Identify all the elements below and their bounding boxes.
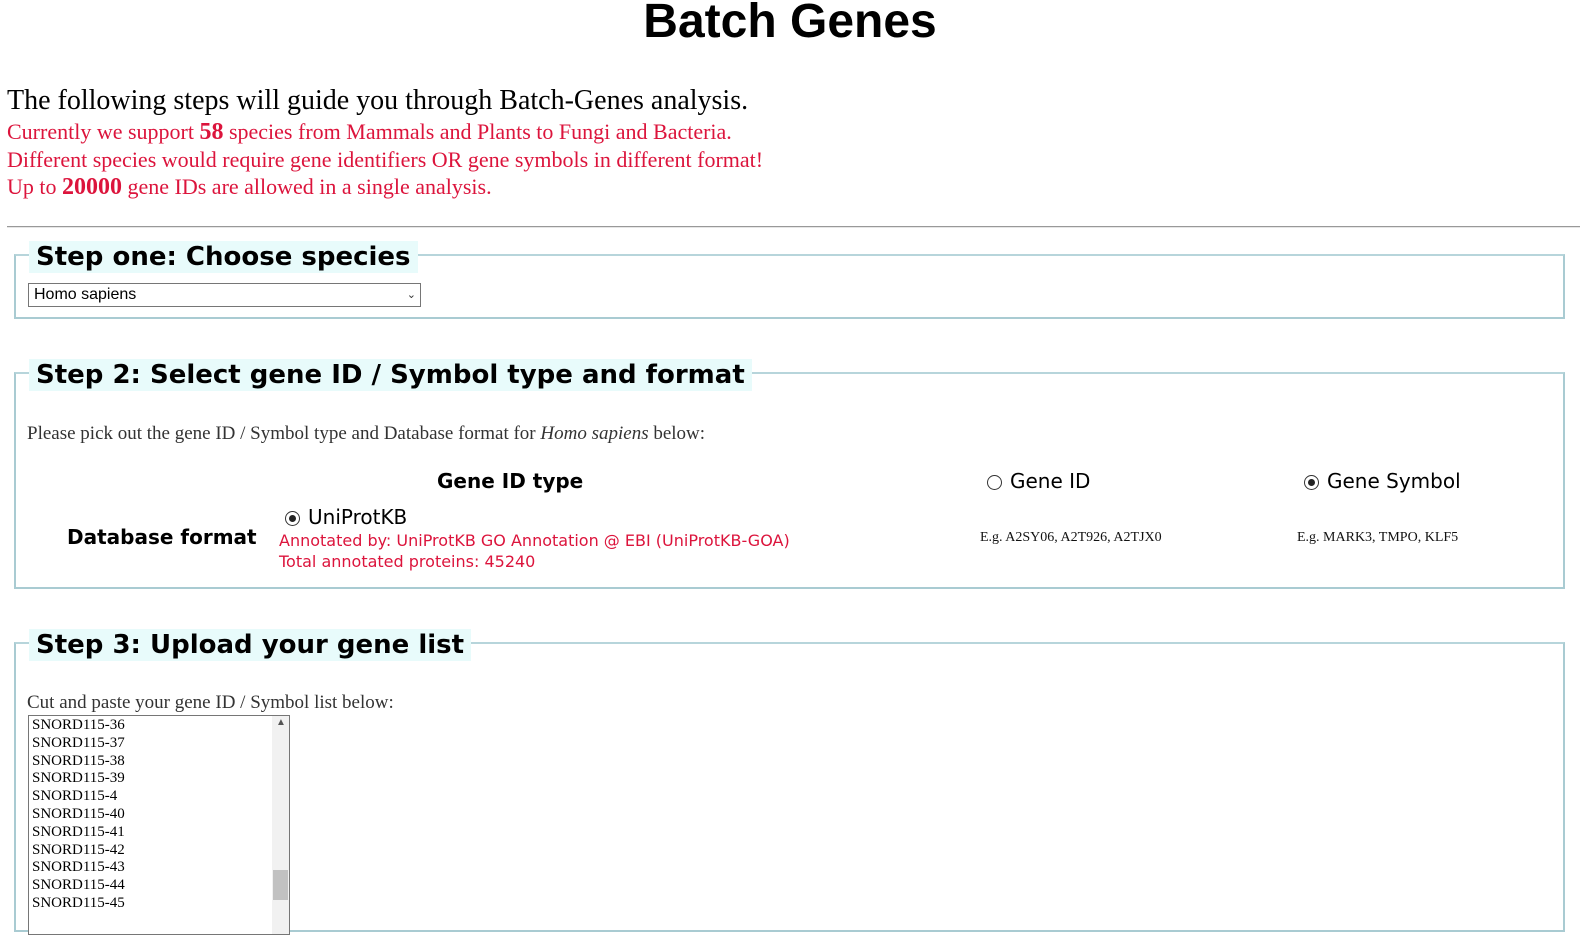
gene-list-item: SNORD115-41: [32, 823, 125, 840]
step1-panel: Step one: Choose species Homo sapiens ⌄: [14, 241, 1565, 319]
gene-id-label: Gene ID: [1010, 469, 1091, 493]
radio-checked-icon: [285, 511, 300, 526]
gene-id-radio[interactable]: Gene ID: [987, 469, 1090, 493]
intro-text: gene IDs are allowed in a single analysi…: [122, 174, 492, 199]
gene-list-item: SNORD115-37: [32, 734, 125, 751]
limit-line: Up to 20000 gene IDs are allowed in a si…: [7, 173, 763, 201]
gene-limit: 20000: [62, 174, 122, 200]
species-count: 58: [199, 119, 224, 145]
intro-block: The following steps will guide you throu…: [7, 84, 763, 201]
species-select-value: Homo sapiens: [34, 286, 137, 303]
chevron-down-icon: ⌄: [406, 289, 416, 301]
paste-instruction: Cut and paste your gene ID / Symbol list…: [27, 692, 394, 713]
intro-line: The following steps will guide you throu…: [7, 85, 749, 116]
scroll-up-icon: ▲: [276, 717, 286, 728]
species-select[interactable]: Homo sapiens ⌄: [28, 283, 421, 307]
species-support-line: Currently we support 58 species from Mam…: [7, 118, 763, 146]
gene-list-item: SNORD115-44: [32, 877, 125, 894]
gene-list-item: SNORD115-4: [32, 788, 118, 805]
total-proteins: Total annotated proteins: 45240: [279, 552, 536, 571]
divider: [7, 226, 1580, 228]
species-name: Homo sapiens: [540, 423, 649, 444]
gene-symbol-radio[interactable]: Gene Symbol: [1304, 469, 1461, 493]
uniprotkb-label: UniProtKB: [308, 505, 408, 529]
gene-list-item: SNORD115-38: [32, 752, 125, 769]
gene-id-example: E.g. A2SY06, A2T926, A2TJX0: [980, 530, 1162, 545]
gene-list-item: SNORD115-36: [32, 717, 125, 733]
gene-list-lines: SNORD115-36 SNORD115-37 SNORD115-38 SNORD11…: [32, 717, 125, 913]
instruction-text: Please pick out the gene ID / Symbol typ…: [27, 423, 541, 444]
database-format-header: Database format: [67, 525, 257, 549]
intro-text: species from Mammals and Plants to Fungi…: [223, 119, 732, 144]
step3-panel: Step 3: Upload your gene list Cut and pa…: [14, 629, 1565, 935]
page-title: Batch Genes: [643, 0, 937, 48]
radio-icon: [987, 475, 1002, 490]
uniprotkb-radio[interactable]: UniProtKB: [285, 505, 407, 529]
intro-text: Currently we support: [7, 119, 200, 144]
step3-legend: Step 3: Upload your gene list: [29, 629, 472, 661]
instruction-text: below:: [648, 423, 706, 444]
gene-list-item: SNORD115-43: [32, 859, 125, 876]
radio-checked-icon: [1304, 475, 1319, 490]
scrollbar-thumb[interactable]: [273, 870, 288, 900]
annotated-by: Annotated by: UniProtKB GO Annotation @ …: [279, 531, 790, 550]
format-warning-line: Different species would require gene ide…: [7, 147, 764, 172]
gene-list-item: SNORD115-40: [32, 805, 125, 822]
gene-symbol-label: Gene Symbol: [1327, 469, 1461, 493]
textarea-scrollbar[interactable]: ▲: [272, 716, 289, 934]
pick-instruction: Please pick out the gene ID / Symbol typ…: [27, 423, 705, 445]
gene-list-item: SNORD115-42: [32, 841, 125, 858]
gene-list-item: SNORD115-39: [32, 770, 125, 787]
gene-symbol-example: E.g. MARK3, TMPO, KLF5: [1297, 530, 1459, 545]
intro-text: Up to: [7, 174, 62, 199]
gene-id-type-header: Gene ID type: [437, 469, 584, 493]
gene-list-item: SNORD115-45: [32, 894, 125, 911]
gene-list-textarea[interactable]: SNORD115-36 SNORD115-37 SNORD115-38 SNORD11…: [28, 715, 290, 935]
step1-legend: Step one: Choose species: [29, 241, 418, 273]
step2-panel: Step 2: Select gene ID / Symbol type and…: [14, 359, 1565, 589]
step2-legend: Step 2: Select gene ID / Symbol type and…: [29, 359, 752, 391]
